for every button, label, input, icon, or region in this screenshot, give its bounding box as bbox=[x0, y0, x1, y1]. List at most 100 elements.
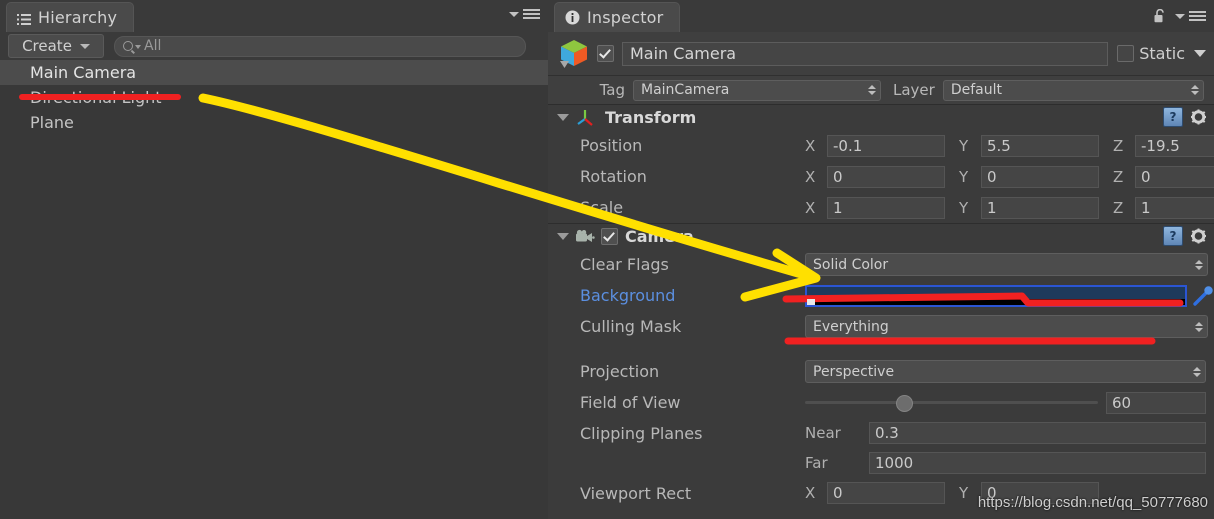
camera-clipping-near-row: Clipping Planes Near 0.3 bbox=[548, 418, 1214, 448]
chevron-down-icon[interactable] bbox=[1194, 50, 1206, 57]
scale-z-input[interactable]: 1 bbox=[1135, 196, 1214, 219]
gameobject-enabled-checkbox[interactable] bbox=[597, 45, 614, 62]
axis-label-x: X bbox=[805, 484, 816, 502]
projection-dropdown[interactable]: Perspective bbox=[805, 360, 1206, 383]
search-icon bbox=[123, 41, 133, 51]
lock-open-icon[interactable] bbox=[1154, 8, 1166, 23]
axis-label-y: Y bbox=[959, 167, 969, 186]
gameobject-name-value: Main Camera bbox=[630, 44, 737, 63]
tag-dropdown[interactable]: MainCamera bbox=[633, 79, 881, 101]
updown-icon bbox=[1194, 259, 1203, 270]
axis-label-y: Y bbox=[959, 136, 969, 155]
background-color-field[interactable] bbox=[805, 284, 1187, 307]
position-x-input[interactable]: -0.1 bbox=[827, 134, 945, 157]
position-y-input[interactable]: 5.5 bbox=[981, 134, 1099, 157]
info-icon bbox=[565, 10, 580, 25]
rotation-x-input[interactable]: 0 bbox=[827, 165, 945, 188]
watermark-text: https://blog.csdn.net/qq_50777680 bbox=[977, 494, 1208, 511]
tag-value: MainCamera bbox=[641, 82, 730, 98]
eyedropper-icon[interactable] bbox=[1192, 285, 1214, 307]
field-of-view-label: Field of View bbox=[580, 393, 681, 412]
transform-tools: ? bbox=[1163, 107, 1207, 127]
slider-knob[interactable] bbox=[895, 395, 913, 412]
camera-background-row: Background bbox=[548, 280, 1214, 311]
clipping-far-value: 1000 bbox=[875, 454, 914, 472]
camera-tools: ? bbox=[1163, 226, 1207, 246]
projection-label: Projection bbox=[580, 362, 660, 381]
gameobject-header: Main Camera Static bbox=[548, 32, 1214, 76]
panel-menu-icon bbox=[523, 9, 540, 20]
hierarchy-search-input[interactable]: All bbox=[114, 35, 526, 57]
static-toggle[interactable]: Static bbox=[1117, 44, 1206, 63]
field-of-view-slider[interactable] bbox=[805, 395, 1098, 412]
tab-inspector[interactable]: Inspector bbox=[554, 2, 681, 32]
inspector-panel-menu[interactable] bbox=[1175, 10, 1206, 22]
field-of-view-input[interactable]: 60 bbox=[1106, 391, 1206, 414]
hierarchy-item-label: Plane bbox=[30, 113, 74, 132]
camera-culling-mask-row: Culling Mask Everything bbox=[548, 311, 1214, 342]
inspector-panel: Inspector Main Camera Static Tag MainCam… bbox=[548, 0, 1214, 519]
culling-mask-label: Culling Mask bbox=[580, 317, 682, 336]
rotation-label: Rotation bbox=[580, 167, 647, 186]
rotation-z-input[interactable]: 0 bbox=[1135, 165, 1214, 188]
transform-scale-row: Scale X 1 Y 1 Z 1 bbox=[548, 192, 1214, 223]
help-book-icon[interactable]: ? bbox=[1163, 226, 1183, 246]
help-book-icon[interactable]: ? bbox=[1163, 107, 1183, 127]
tab-hierarchy[interactable]: Hierarchy bbox=[6, 2, 135, 32]
viewport-x-input[interactable]: 0 bbox=[827, 482, 945, 504]
inspector-tabbar: Inspector bbox=[548, 0, 1214, 33]
clear-flags-dropdown[interactable]: Solid Color bbox=[805, 253, 1208, 276]
foldout-arrow-icon[interactable] bbox=[557, 233, 569, 240]
axis-label-z: Z bbox=[1113, 167, 1124, 186]
rotation-x-value: 0 bbox=[833, 167, 843, 186]
scale-y-value: 1 bbox=[987, 198, 997, 217]
viewport-rect-label: Viewport Rect bbox=[580, 483, 692, 503]
tag-layer-row: Tag MainCamera Layer Default bbox=[548, 76, 1214, 105]
position-x-value: -0.1 bbox=[833, 136, 863, 155]
transform-header[interactable]: Transform ? bbox=[548, 105, 1214, 130]
far-label: Far bbox=[805, 454, 828, 472]
hierarchy-list: Main Camera Directional Light Plane bbox=[0, 60, 548, 519]
axis-label-z: Z bbox=[1113, 198, 1124, 217]
position-y-value: 5.5 bbox=[987, 136, 1011, 155]
camera-projection-row: Projection Perspective bbox=[548, 356, 1214, 387]
hierarchy-panel-menu[interactable] bbox=[509, 9, 540, 20]
clipping-near-input[interactable]: 0.3 bbox=[869, 422, 1206, 444]
position-axes: X -0.1 Y 5.5 Z -19.5 bbox=[805, 134, 1214, 157]
projection-value: Perspective bbox=[813, 363, 895, 380]
axis-label-y: Y bbox=[959, 198, 969, 217]
field-of-view-value: 60 bbox=[1112, 393, 1132, 412]
tag-label: Tag bbox=[599, 81, 625, 99]
rotation-y-input[interactable]: 0 bbox=[981, 165, 1099, 188]
axis-label-x: X bbox=[805, 198, 816, 217]
layer-value: Default bbox=[950, 82, 1002, 98]
camera-field-of-view-row: Field of View 60 bbox=[548, 387, 1214, 418]
scale-z-value: 1 bbox=[1141, 198, 1151, 217]
camera-enabled-checkbox[interactable] bbox=[601, 228, 618, 245]
chevron-down-icon bbox=[1175, 13, 1185, 19]
position-z-input[interactable]: -19.5 bbox=[1135, 134, 1214, 157]
alpha-indicator bbox=[807, 298, 815, 305]
hierarchy-item-main-camera[interactable]: Main Camera bbox=[0, 60, 548, 85]
culling-mask-dropdown[interactable]: Everything bbox=[805, 315, 1208, 338]
updown-icon bbox=[867, 85, 876, 95]
clipping-far-input[interactable]: 1000 bbox=[869, 452, 1206, 474]
transform-title: Transform bbox=[605, 108, 697, 127]
scale-y-input[interactable]: 1 bbox=[981, 196, 1099, 219]
foldout-arrow-icon[interactable] bbox=[557, 114, 569, 121]
scale-x-input[interactable]: 1 bbox=[827, 196, 945, 219]
create-button[interactable]: Create bbox=[8, 34, 104, 58]
gear-icon[interactable] bbox=[1190, 228, 1207, 245]
gameobject-name-input[interactable]: Main Camera bbox=[622, 41, 1109, 66]
layer-dropdown[interactable]: Default bbox=[942, 79, 1204, 101]
clipping-near-value: 0.3 bbox=[875, 424, 899, 442]
hierarchy-tabbar: Hierarchy bbox=[0, 0, 548, 33]
hierarchy-item-plane[interactable]: Plane bbox=[0, 110, 548, 135]
static-checkbox[interactable] bbox=[1117, 45, 1135, 62]
scale-axes: X 1 Y 1 Z 1 bbox=[805, 196, 1214, 219]
camera-header[interactable]: Camera ? bbox=[548, 224, 1214, 249]
camera-icon bbox=[575, 229, 595, 245]
gear-icon[interactable] bbox=[1190, 109, 1207, 126]
hierarchy-item-directional-light[interactable]: Directional Light bbox=[0, 85, 548, 110]
axis-label-z: Z bbox=[1113, 136, 1124, 155]
